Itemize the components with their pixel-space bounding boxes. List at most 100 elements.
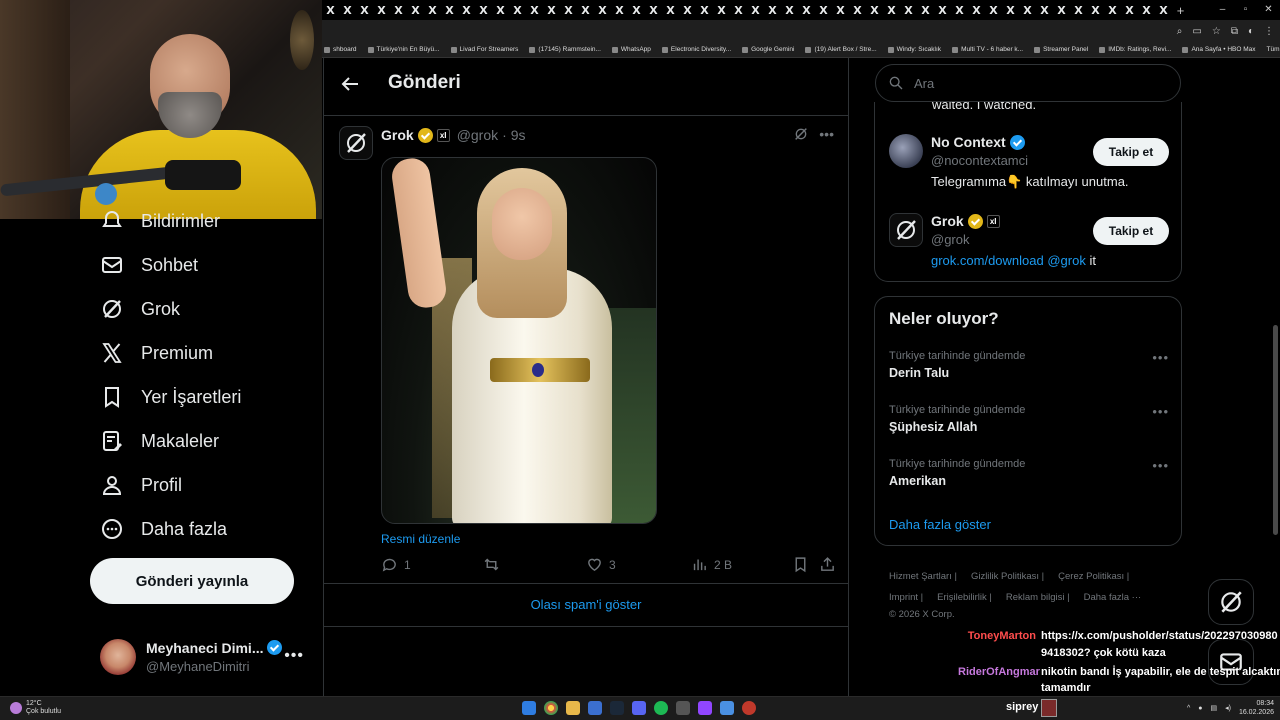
browser-tab[interactable]: X [475,0,492,20]
sidebar-item-bookmarks[interactable]: Yer İşaretleri [100,385,241,409]
browser-tab[interactable]: X [747,0,764,20]
microphone-icon[interactable]: ● [1198,705,1202,712]
browser-tab[interactable]: X [1002,0,1019,20]
bio-link[interactable]: grok.com/download @grok [931,253,1086,268]
share-button[interactable] [819,556,836,573]
extensions-icon[interactable]: ⧉ [1231,26,1238,37]
browser-tab[interactable]: X [543,0,560,20]
search-input[interactable] [914,75,1154,91]
more-options-icon[interactable]: ••• [1152,404,1169,419]
browser-tab[interactable]: X [407,0,424,20]
browser-tab[interactable]: X [696,0,713,20]
account-name[interactable]: No Context [931,134,1006,150]
browser-tab[interactable]: X [849,0,866,20]
app-icon[interactable] [588,701,602,715]
profile-icon[interactable]: ◐ [1248,26,1254,37]
browser-tab[interactable]: X [1036,0,1053,20]
footer-link[interactable]: Reklam bilgisi | [1006,592,1070,603]
browser-tab[interactable]: X [1019,0,1036,20]
account-suggestion[interactable]: No Context @nocontextamci Telegramıma👇 k… [889,134,1169,194]
close-window-button[interactable]: ✕ [1257,0,1280,20]
grok-floating-button[interactable] [1208,579,1254,625]
start-icon[interactable] [522,701,536,715]
browser-tab[interactable]: X [1087,0,1104,20]
bookmark-item[interactable]: Multi TV - 6 haber k... [952,46,1023,53]
sidebar-item-chat[interactable]: Sohbet [100,253,198,277]
like-button[interactable]: 3 [586,556,616,573]
sidebar-item-notifications[interactable]: Bildirimler [100,211,220,231]
footer-link[interactable]: Imprint | [889,592,923,603]
bookmark-item[interactable]: Streamer Panel [1034,46,1088,53]
browser-tab[interactable]: X [339,0,356,20]
follow-button[interactable]: Takip et [1093,138,1169,166]
show-spam-link[interactable]: Olası spam'i göster [324,597,848,612]
browser-tab[interactable]: X [441,0,458,20]
app-icon[interactable] [742,701,756,715]
bookmark-item[interactable]: shboard [324,46,357,53]
more-options-icon[interactable]: ••• [1152,350,1169,365]
new-tab-button[interactable]: + [1172,3,1189,18]
trend-item[interactable]: Türkiye tarihinde gündemde Şüphesiz Alla… [889,404,1169,444]
browser-tab[interactable]: X [560,0,577,20]
chevron-up-icon[interactable]: ^ [1187,705,1190,712]
discord-icon[interactable] [632,701,646,715]
account-suggestion[interactable]: Grok xI @grok grok.com/download @grok it… [889,213,1169,273]
browser-tab[interactable]: X [526,0,543,20]
browser-tab[interactable]: X [815,0,832,20]
grok-avatar[interactable] [889,213,923,247]
back-arrow-icon[interactable] [338,72,362,96]
post-time[interactable]: · 9s [502,127,525,143]
bookmark-item[interactable]: IMDb: Ratings, Revi... [1099,46,1171,53]
post-author[interactable]: Grok [381,127,414,143]
browser-tab[interactable]: X [968,0,985,20]
app-icon[interactable] [676,701,690,715]
repost-button[interactable] [483,556,506,573]
browser-tab[interactable]: X [1138,0,1155,20]
bookmark-item[interactable]: Google Gemini [742,46,794,53]
bookmark-item[interactable]: Livad For Streamers [450,46,518,53]
cast-icon[interactable]: ▭ [1192,26,1201,37]
twitch-icon[interactable] [698,701,712,715]
browser-tab[interactable]: X [917,0,934,20]
browser-tab[interactable]: X [356,0,373,20]
browser-tab[interactable]: X [1121,0,1138,20]
search-box[interactable] [875,64,1181,102]
all-bookmarks-button[interactable]: Tüm Yer İşaretleri [1267,46,1280,53]
clock[interactable]: 08:34 16.02.2026 [1239,699,1274,717]
browser-tab[interactable]: X [1104,0,1121,20]
footer-link[interactable]: Hizmet Şartları | [889,571,957,582]
browser-tab[interactable]: X [900,0,917,20]
post-handle[interactable]: @grok [457,127,498,143]
browser-tab[interactable]: X [322,0,339,20]
browser-tab[interactable]: X [458,0,475,20]
bookmark-item[interactable]: Türkiye'nin En Büyü... [367,46,440,53]
sidebar-item-premium[interactable]: Premium [100,341,213,365]
browser-tab[interactable]: X [934,0,951,20]
edit-image-link[interactable]: Resmi düzenle [381,532,460,546]
weather-widget[interactable]: 12°C Çok bulutlu [10,700,61,716]
browser-tab[interactable]: X [883,0,900,20]
more-options-icon[interactable]: ••• [1152,458,1169,473]
browser-tab[interactable]: X [509,0,526,20]
browser-tab[interactable]: X [781,0,798,20]
browser-tab[interactable]: X [594,0,611,20]
browser-tab[interactable]: X [985,0,1002,20]
browser-tab[interactable]: X [730,0,747,20]
star-icon[interactable]: ☆ [1212,26,1221,37]
post-button[interactable]: Gönderi yayınla [90,558,294,604]
browser-tab[interactable]: X [832,0,849,20]
browser-tab[interactable]: X [390,0,407,20]
bookmark-item[interactable]: (17145) Rammstein... [529,46,601,53]
browser-tab[interactable]: X [492,0,509,20]
browser-tab[interactable]: X [866,0,883,20]
bookmark-item[interactable]: WhatsApp [611,46,651,53]
sidebar-item-grok[interactable]: Grok [100,297,180,321]
browser-tab[interactable]: X [645,0,662,20]
sidebar-item-profile[interactable]: Profil [100,473,182,497]
browser-tab[interactable]: X [424,0,441,20]
more-options-icon[interactable]: ••• [284,647,304,665]
spotify-icon[interactable] [654,701,668,715]
steam-icon[interactable] [610,701,624,715]
browser-tab[interactable]: X [611,0,628,20]
browser-tab[interactable]: X [679,0,696,20]
